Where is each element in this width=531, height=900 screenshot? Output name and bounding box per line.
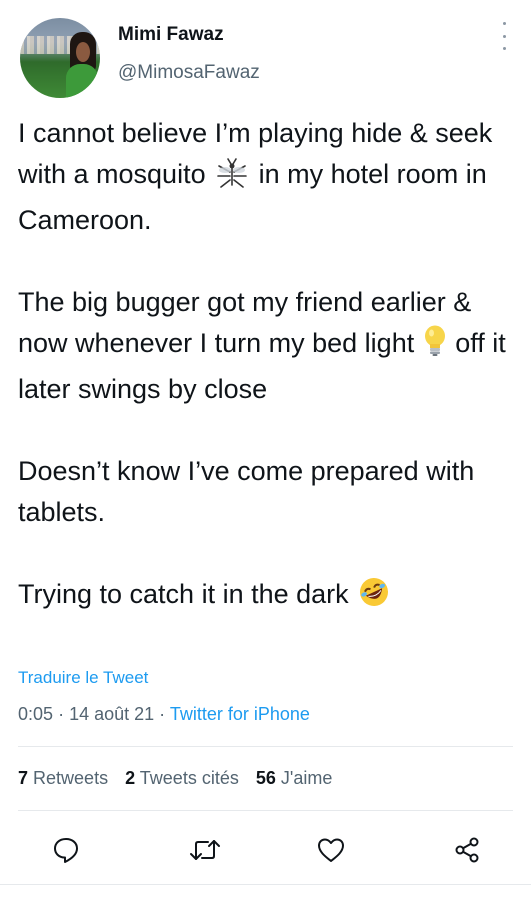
action-bar bbox=[0, 830, 531, 870]
tweet-paragraph-1: I cannot believe I’m playing hide & seek… bbox=[18, 118, 493, 235]
tweet-paragraph-3: Doesn’t know I’ve come prepared with tab… bbox=[18, 456, 475, 527]
tweet-source[interactable]: Twitter for iPhone bbox=[170, 704, 310, 724]
retweets-label: Retweets bbox=[33, 768, 109, 788]
light-bulb-icon bbox=[424, 325, 446, 369]
mosquito-icon bbox=[215, 158, 249, 200]
meta-separator: · bbox=[159, 704, 166, 724]
author-name[interactable]: Mimi Fawaz bbox=[118, 24, 224, 46]
likes-stat[interactable]: 56 J'aime bbox=[256, 768, 333, 788]
likes-label: J'aime bbox=[280, 768, 333, 788]
tweet-paragraph-2: The big bugger got my friend earlier & n… bbox=[18, 287, 506, 404]
retweet-icon[interactable] bbox=[185, 830, 225, 870]
divider bbox=[18, 810, 513, 811]
divider bbox=[18, 746, 513, 747]
tweet-time[interactable]: 0:05 bbox=[18, 704, 53, 724]
like-icon[interactable] bbox=[311, 830, 351, 870]
share-icon[interactable] bbox=[447, 830, 487, 870]
divider bbox=[0, 884, 531, 885]
quotes-count: 2 bbox=[125, 768, 136, 788]
tweet-meta: 0:05 · 14 août 21 · Twitter for iPhone bbox=[18, 704, 310, 725]
avatar[interactable] bbox=[20, 18, 100, 98]
reply-icon[interactable] bbox=[46, 830, 86, 870]
translate-tweet-link[interactable]: Traduire le Tweet bbox=[18, 668, 148, 688]
tweet-date[interactable]: 14 août 21 bbox=[69, 704, 154, 724]
tweet-text: I cannot believe I’m playing hide & seek… bbox=[18, 113, 518, 620]
likes-count: 56 bbox=[255, 768, 276, 788]
more-options-icon[interactable] bbox=[497, 22, 511, 50]
retweets-stat[interactable]: 7 Retweets bbox=[18, 768, 108, 788]
quotes-stat[interactable]: 2 Tweets cités bbox=[125, 768, 239, 788]
tweet-header: Mimi Fawaz @MimosaFawaz bbox=[18, 18, 513, 98]
tweet-stats: 7 Retweets 2 Tweets cités 56 J'aime bbox=[18, 768, 344, 789]
tweet-paragraph-4: Trying to catch it in the dark bbox=[18, 574, 518, 620]
laughing-face-icon bbox=[358, 576, 390, 620]
meta-separator: · bbox=[58, 704, 65, 724]
quotes-label: Tweets cités bbox=[139, 768, 239, 788]
retweets-count: 7 bbox=[18, 768, 29, 788]
author-handle[interactable]: @MimosaFawaz bbox=[118, 62, 260, 84]
